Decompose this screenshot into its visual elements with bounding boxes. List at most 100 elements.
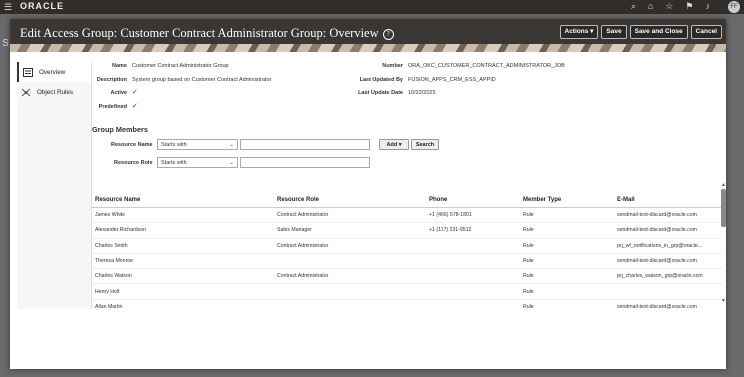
table-row[interactable]: Charles Watson Contract Administrator Rule… <box>92 268 722 285</box>
table-header-row: Resource Name Resource Role Phone Member Ty… <box>92 193 722 208</box>
column-header[interactable]: E-Mail <box>614 193 722 208</box>
table-cell: prj_wf_notifications_in_grp@oracle... <box>614 238 722 254</box>
scroll-down-arrow-icon[interactable]: ▼ <box>721 298 726 304</box>
table-cell: James White <box>92 207 274 224</box>
column-header[interactable]: Resource Name <box>92 193 274 208</box>
nav-item-overview[interactable]: Overview <box>17 62 91 82</box>
table-cell <box>274 283 426 300</box>
table-cell: Rule <box>520 222 614 239</box>
column-header[interactable]: Phone <box>426 193 520 208</box>
description-label: Description <box>96 77 127 83</box>
search-button[interactable]: Search <box>411 139 439 150</box>
table-cell: +1 (466) 578-1801 <box>426 207 520 224</box>
table-cell: Contract Administrator <box>274 268 426 285</box>
predefined-label: Predefined <box>98 104 127 110</box>
home-icon[interactable]: ⌂ <box>648 1 653 12</box>
resource-name-input[interactable] <box>240 139 370 150</box>
table-row[interactable]: James White Contract Administrator +1 (466… <box>92 207 722 224</box>
dialog-title: Edit Access Group: Customer Contract Adm… <box>20 26 394 41</box>
nav-item-object-rules[interactable]: Object Rules <box>17 82 91 102</box>
last-updated-by-value: FUSION_APPS_CRM_ESS_APPID <box>408 77 496 83</box>
table-cell <box>274 253 426 270</box>
oracle-logo: ORACLE <box>20 1 64 11</box>
table-cell: +1 (117) 231-9512 <box>426 222 520 239</box>
table-cell: Henry Holt <box>92 283 274 300</box>
last-updated-by-label: Last Updated By <box>359 77 403 83</box>
help-icon[interactable]: ? <box>382 29 394 40</box>
table-cell <box>426 253 520 270</box>
background-text: S <box>2 38 9 49</box>
dialog-header: Edit Access Group: Customer Contract Adm… <box>10 19 726 52</box>
dialog-footer <box>10 309 726 369</box>
overview-content: Name Customer Contract Administrator Gro… <box>92 62 722 331</box>
table-cell: Charles Smith <box>92 238 274 254</box>
table-cell: Rule <box>520 238 614 254</box>
resource-name-operator-value: Starts with <box>161 142 187 148</box>
caret-down-icon: ▾ <box>590 28 594 35</box>
cancel-button[interactable]: Cancel <box>690 25 722 39</box>
table-cell: Theresa Monroe <box>92 253 274 270</box>
table-cell: Alexander Richardson <box>92 222 274 239</box>
actions-menu-button[interactable]: Actions ▾ <box>559 25 599 39</box>
edit-access-group-dialog: Edit Access Group: Customer Contract Adm… <box>10 19 726 369</box>
table-cell <box>426 268 520 285</box>
table-row[interactable]: Henry Holt Rule <box>92 283 722 300</box>
table-cell: Sales Manager <box>274 222 426 239</box>
add-label: Add <box>386 142 398 148</box>
global-icons: ⌕ ⌂ ☆ ⚑ ♪ <box>631 1 710 12</box>
table-cell: Contract Administrator <box>274 238 426 254</box>
search-icon[interactable]: ⌕ <box>631 1 636 12</box>
table-row[interactable]: Charles Smith Contract Administrator Rule p… <box>92 238 722 254</box>
column-header[interactable]: Resource Role <box>274 193 426 208</box>
favorites-star-icon[interactable]: ☆ <box>665 1 673 12</box>
nav-item-label: Overview <box>39 68 66 76</box>
resource-role-input[interactable] <box>240 157 370 168</box>
resource-role-label: Resource Role <box>114 160 153 166</box>
table-cell <box>426 238 520 254</box>
table-cell: sendmail-test-discard@oracle.com <box>614 207 722 224</box>
save-button[interactable]: Save <box>601 25 627 39</box>
name-value: Customer Contract Administrator Group <box>132 63 229 69</box>
chevron-down-icon: ⌄ <box>228 160 234 166</box>
chevron-down-icon: ⌄ <box>228 142 234 148</box>
last-update-date-value: 10/22/2025 <box>408 90 436 96</box>
table-cell: prj_charles_watson_grp@oracle.com <box>614 268 722 285</box>
column-header[interactable]: Member Type <box>520 193 614 208</box>
table-cell: Rule <box>520 253 614 270</box>
active-label: Active <box>110 90 127 96</box>
name-label: Name <box>112 63 127 69</box>
table-cell <box>614 283 722 300</box>
description-value: System group based on Customer Contract … <box>132 77 272 83</box>
table-scrollbar-thumb[interactable] <box>721 189 726 227</box>
add-button[interactable]: Add ▾ <box>379 139 409 150</box>
actions-label: Actions <box>564 28 589 35</box>
number-label: Number <box>382 63 403 69</box>
object-rules-icon <box>21 88 31 96</box>
dialog-title-text: Edit Access Group: Customer Contract Adm… <box>20 26 379 40</box>
notifications-bell-icon[interactable]: ♪ <box>706 1 711 12</box>
resource-role-operator-select[interactable]: Starts with ⌄ <box>157 157 238 168</box>
nav-item-label: Object Rules <box>37 88 74 96</box>
table-row[interactable]: Theresa Monroe Rule sendmail-test-discard@… <box>92 253 722 270</box>
resource-role-operator-value: Starts with <box>161 160 187 166</box>
save-and-close-button[interactable]: Save and Close <box>629 25 688 39</box>
table-cell: Charles Watson <box>92 268 274 285</box>
dialog-buttons: Actions ▾ Save Save and Close Cancel <box>559 25 722 39</box>
table-row[interactable]: Alexander Richardson Sales Manager +1 (117… <box>92 222 722 239</box>
table-cell <box>426 283 520 300</box>
group-members-heading: Group Members <box>92 125 148 134</box>
left-navigation: Overview Object Rules <box>17 62 92 309</box>
user-avatar[interactable]: FF <box>728 1 740 13</box>
resource-name-operator-select[interactable]: Starts with ⌄ <box>157 139 238 150</box>
table-cell: Rule <box>520 283 614 300</box>
overview-icon <box>23 67 33 77</box>
table-cell: sendmail-test-discard@oracle.com <box>614 222 722 239</box>
hamburger-menu-icon[interactable]: ☰ <box>4 2 12 12</box>
watchlist-icon[interactable]: ⚑ <box>685 1 693 12</box>
table-cell: Rule <box>520 207 614 224</box>
scroll-up-arrow-icon[interactable]: ▲ <box>721 182 726 188</box>
decorative-banner <box>10 44 726 52</box>
resource-name-label: Resource Name <box>111 142 153 148</box>
table-cell: sendmail-test-discard@oracle.com <box>614 253 722 270</box>
global-header: ☰ ORACLE ⌕ ⌂ ☆ ⚑ ♪ FF <box>0 0 744 14</box>
